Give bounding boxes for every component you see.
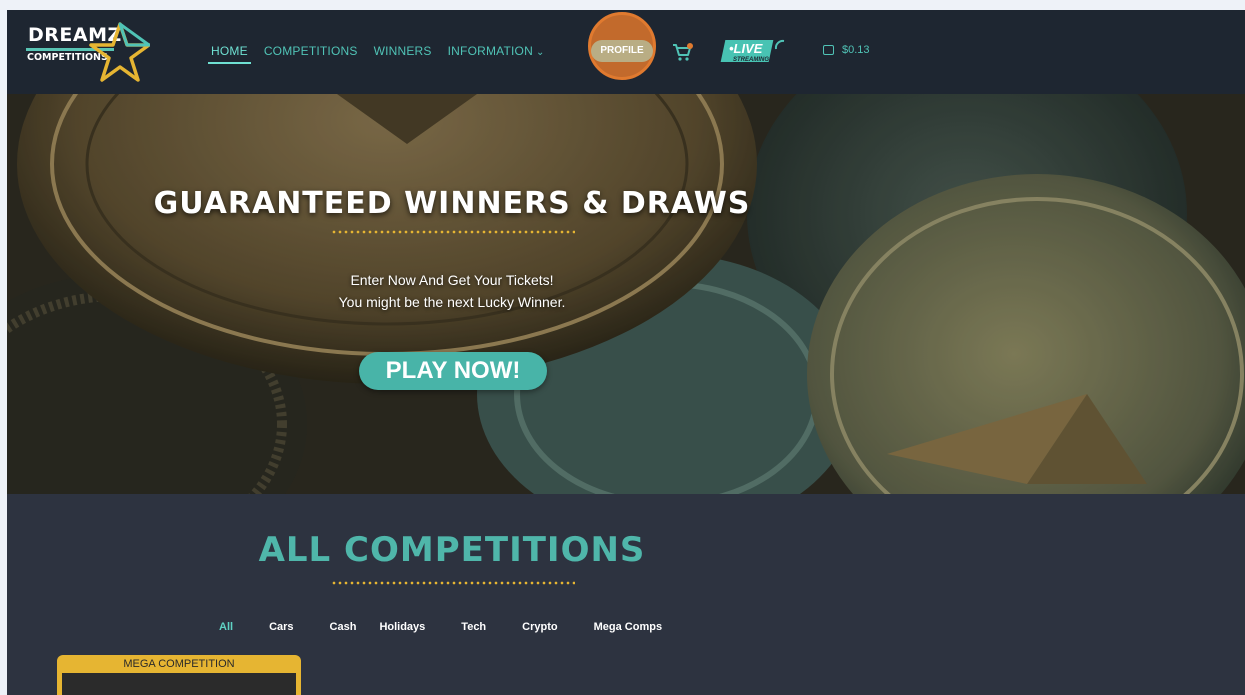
play-now-button[interactable]: PLAY NOW! <box>359 352 547 390</box>
competition-filters: All Cars Cash Holidays Tech Crypto Mega … <box>219 621 662 633</box>
shopping-cart-icon[interactable] <box>672 42 694 62</box>
filter-cars[interactable]: Cars <box>269 621 293 633</box>
nav-information[interactable]: INFORMATION ⌄ <box>448 44 545 58</box>
star-icon <box>89 22 150 82</box>
live-streaming-button[interactable]: •LIVE STREAMING <box>720 38 789 68</box>
hero-banner: GUARANTEED WINNERS & DRAWS Enter Now And… <box>7 94 1245 494</box>
nav-competitions[interactable]: COMPETITIONS <box>264 44 358 58</box>
competitions-dotted-divider <box>331 581 575 585</box>
filter-mega-comps[interactable]: Mega Comps <box>594 621 662 633</box>
broadcast-icon <box>774 39 785 50</box>
chevron-down-icon: ⌄ <box>535 47 545 58</box>
wallet-icon <box>823 45 834 55</box>
live-label: •LIVE <box>729 41 763 56</box>
competition-card[interactable]: MEGA COMPETITION <box>57 655 301 695</box>
hero-subtitle: Enter Now And Get Your Tickets! You migh… <box>7 269 897 313</box>
nav-winners[interactable]: WINNERS <box>374 44 432 58</box>
filter-cash[interactable]: Cash <box>330 621 357 633</box>
page-frame: DREAMZ COMPETITIONS HOME COMPETITIONS WI… <box>7 10 1245 695</box>
competitions-heading: ALL COMPETITIONS <box>258 530 646 570</box>
nav-home[interactable]: HOME <box>208 44 251 64</box>
live-sublabel: STREAMING <box>733 57 769 63</box>
hero-subtitle-line2: You might be the next Lucky Winner. <box>338 294 566 310</box>
card-image <box>62 673 296 695</box>
filter-tech[interactable]: Tech <box>461 621 486 633</box>
hero-title: GUARANTEED WINNERS & DRAWS <box>153 186 751 221</box>
profile-button[interactable]: PROFILE <box>591 40 653 62</box>
site-header: DREAMZ COMPETITIONS HOME COMPETITIONS WI… <box>7 10 1245 94</box>
main-nav: HOME COMPETITIONS WINNERS INFORMATION ⌄ <box>208 44 561 64</box>
hero-subtitle-line1: Enter Now And Get Your Tickets! <box>350 272 554 288</box>
hero-dotted-divider <box>331 230 575 234</box>
filter-holidays[interactable]: Holidays <box>379 621 425 633</box>
wallet-amount: $0.13 <box>842 44 870 56</box>
card-category-label: MEGA COMPETITION <box>123 658 235 670</box>
filter-crypto[interactable]: Crypto <box>522 621 557 633</box>
filter-all[interactable]: All <box>219 621 233 633</box>
nav-information-label: INFORMATION <box>447 44 533 58</box>
wallet-balance[interactable]: $0.13 <box>823 44 870 56</box>
site-logo[interactable]: DREAMZ COMPETITIONS <box>26 21 151 83</box>
